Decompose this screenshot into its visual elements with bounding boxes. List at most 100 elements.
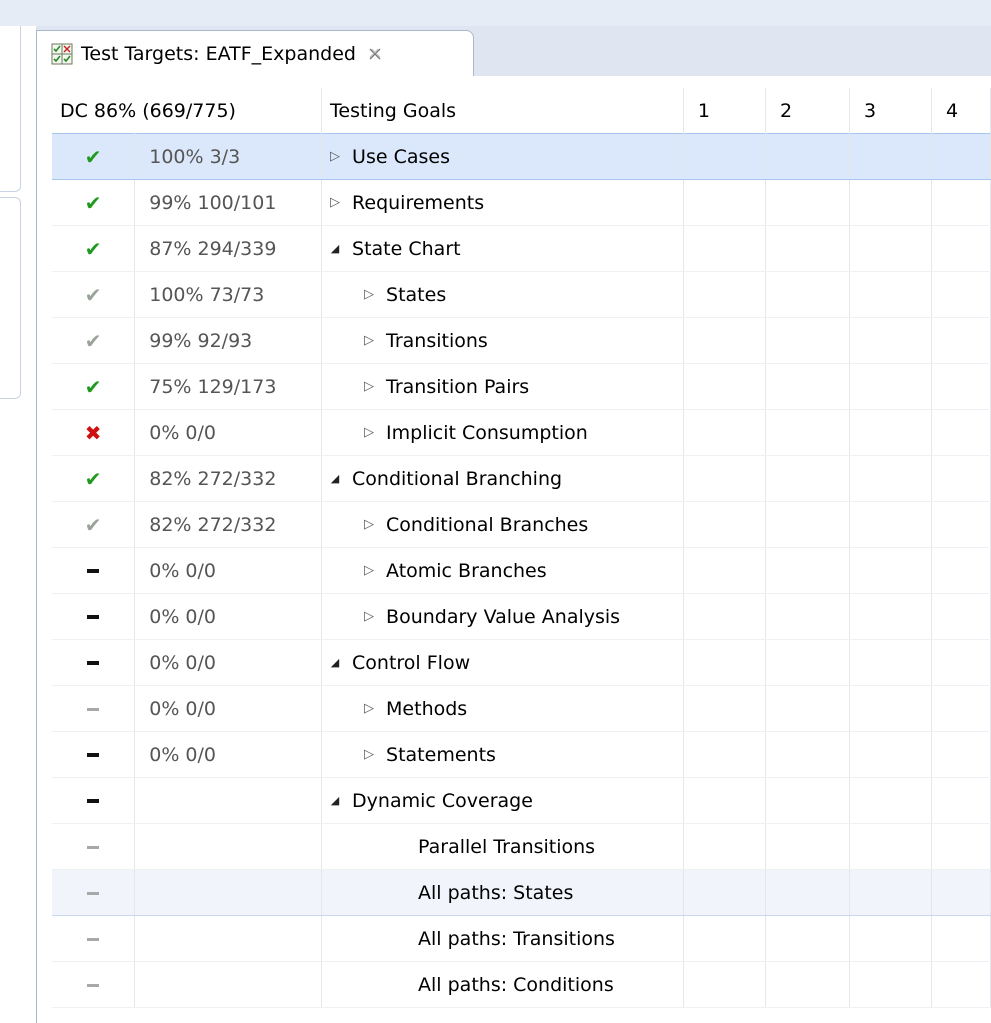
cell-col-4 — [931, 363, 991, 410]
goal-cell: Parallel Transitions — [321, 823, 684, 870]
cell-col-3 — [849, 317, 933, 364]
expand-triangle-icon[interactable]: ▷ — [356, 701, 382, 716]
expand-triangle-icon[interactable]: ▷ — [356, 517, 382, 532]
table-row[interactable]: All paths: Conditions — [52, 961, 991, 1008]
column-header-testing-goals[interactable]: Testing Goals — [321, 88, 684, 134]
cell-col-2 — [765, 133, 850, 180]
collapse-triangle-icon[interactable]: ◢ — [322, 472, 348, 485]
table-row[interactable]: Parallel Transitions — [52, 823, 991, 870]
goal-cell: All paths: Transitions — [321, 915, 684, 962]
table-row[interactable]: All paths: Transitions — [52, 915, 991, 962]
goal-cell: ▷ States — [321, 271, 684, 318]
table-row[interactable]: ✖ 0% 0/0 ▷ Implicit Consumption — [52, 409, 991, 456]
table-row[interactable]: 0% 0/0 ▷ Atomic Branches — [52, 547, 991, 594]
status-cell — [52, 869, 136, 916]
goal-cell: ▷ Statements — [321, 731, 684, 778]
cell-col-2 — [765, 685, 850, 732]
goal-cell: ▷ Methods — [321, 685, 684, 732]
check-green-icon: ✔ — [84, 190, 102, 215]
coverage-value — [134, 777, 323, 824]
goal-cell: ▷ Transition Pairs — [321, 363, 684, 410]
cell-col-4 — [931, 133, 991, 180]
column-header-1[interactable]: 1 — [683, 88, 766, 134]
goal-label: Parallel Transitions — [418, 835, 596, 858]
table-row[interactable]: ✔ 99% 92/93 ▷ Transitions — [52, 317, 991, 364]
cell-col-3 — [849, 501, 933, 548]
status-cell: ✔ — [52, 317, 136, 364]
goal-label: All paths: Transitions — [418, 927, 615, 950]
status-cell — [52, 777, 136, 824]
cell-col-1 — [683, 777, 766, 824]
table-row[interactable]: ◢ Dynamic Coverage — [52, 777, 991, 824]
dash-black-icon — [87, 799, 100, 803]
status-cell: ✔ — [52, 133, 136, 180]
expand-triangle-icon[interactable]: ▷ — [322, 195, 348, 210]
check-gray-icon: ✔ — [84, 512, 102, 537]
cell-col-2 — [765, 271, 850, 318]
expand-triangle-icon[interactable]: ▷ — [356, 333, 382, 348]
status-cell: ✔ — [52, 363, 136, 410]
cell-col-2 — [765, 639, 850, 686]
tab-test-targets[interactable]: Test Targets: EATF_Expanded — [36, 30, 474, 77]
tab-bar: Test Targets: EATF_Expanded — [36, 26, 991, 77]
status-cell — [52, 639, 136, 686]
status-cell: ✔ — [52, 271, 136, 318]
collapse-triangle-icon[interactable]: ◢ — [322, 794, 348, 807]
expand-triangle-icon[interactable]: ▷ — [356, 379, 382, 394]
goal-label: Requirements — [352, 191, 485, 214]
goal-label: Methods — [386, 697, 468, 720]
table-row[interactable]: ✔ 75% 129/173 ▷ Transition Pairs — [52, 363, 991, 410]
table-row[interactable]: ✔ 82% 272/332 ◢ Conditional Branching — [52, 455, 991, 502]
goal-label: Implicit Consumption — [386, 421, 588, 444]
goal-cell: ◢ State Chart — [321, 225, 684, 272]
table-row[interactable]: 0% 0/0 ▷ Boundary Value Analysis — [52, 593, 991, 640]
table-row[interactable]: ✔ 82% 272/332 ▷ Conditional Branches — [52, 501, 991, 548]
table-row[interactable]: All paths: States — [52, 869, 991, 916]
column-header-4[interactable]: 4 — [931, 88, 991, 134]
collapse-triangle-icon[interactable]: ◢ — [322, 242, 348, 255]
expand-triangle-icon[interactable]: ▷ — [356, 563, 382, 578]
dash-gray-icon — [87, 707, 100, 711]
expand-triangle-icon[interactable]: ▷ — [356, 287, 382, 302]
cell-col-1 — [683, 179, 766, 226]
goal-label: Dynamic Coverage — [352, 789, 533, 812]
table-row[interactable]: ✔ 100% 3/3 ▷ Use Cases — [52, 133, 991, 180]
cell-col-1 — [683, 731, 766, 778]
cell-col-2 — [765, 869, 850, 916]
table-row[interactable]: 0% 0/0 ▷ Statements — [52, 731, 991, 778]
close-icon[interactable] — [368, 47, 382, 61]
coverage-value: 99% 100/101 — [134, 179, 323, 226]
cell-col-3 — [849, 777, 933, 824]
cell-col-3 — [849, 961, 933, 1008]
column-header-3[interactable]: 3 — [849, 88, 933, 134]
cell-col-1 — [683, 639, 766, 686]
column-header-2[interactable]: 2 — [765, 88, 850, 134]
table-row[interactable]: ✔ 100% 73/73 ▷ States — [52, 271, 991, 318]
status-cell: ✔ — [52, 455, 136, 502]
table-row[interactable]: 0% 0/0 ▷ Methods — [52, 685, 991, 732]
collapse-triangle-icon[interactable]: ◢ — [322, 656, 348, 669]
table-row[interactable]: ✔ 99% 100/101 ▷ Requirements — [52, 179, 991, 226]
table-row[interactable]: 0% 0/0 ◢ Control Flow — [52, 639, 991, 686]
table-row[interactable]: ✔ 87% 294/339 ◢ State Chart — [52, 225, 991, 272]
status-cell: ✔ — [52, 225, 136, 272]
cell-col-3 — [849, 133, 933, 180]
coverage-value: 0% 0/0 — [134, 731, 323, 778]
cell-col-4 — [931, 225, 991, 272]
status-cell: ✔ — [52, 179, 136, 226]
expand-triangle-icon[interactable]: ▷ — [356, 747, 382, 762]
expand-triangle-icon[interactable]: ▷ — [322, 149, 348, 164]
cell-col-2 — [765, 547, 850, 594]
coverage-value — [134, 915, 323, 962]
cross-red-icon: ✖ — [84, 420, 102, 445]
check-gray-icon: ✔ — [84, 282, 102, 307]
column-header-dc[interactable]: DC 86% (669/775) — [52, 88, 323, 134]
dash-black-icon — [87, 615, 100, 619]
expand-triangle-icon[interactable]: ▷ — [356, 609, 382, 624]
dash-gray-icon — [87, 891, 100, 895]
window-top-strip — [0, 0, 991, 26]
grid-coverage-icon — [51, 43, 73, 65]
expand-triangle-icon[interactable]: ▷ — [356, 425, 382, 440]
left-view-edge-upper — [0, 26, 21, 192]
cell-col-2 — [765, 501, 850, 548]
